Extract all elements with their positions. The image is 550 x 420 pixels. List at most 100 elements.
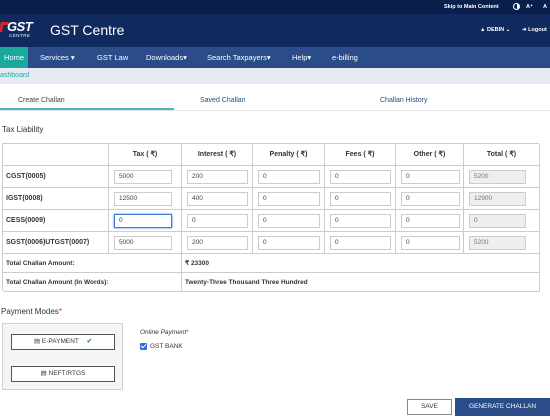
neft-rtgs-label: NEFT/RTGS (48, 370, 86, 377)
nav-item-help[interactable]: Help▾ (292, 47, 311, 68)
header-total: Total ( ₹) (464, 144, 540, 166)
cess-fees-cell: 0 (325, 210, 396, 232)
cess-total-field: 0 (469, 214, 526, 228)
cess-interest-cell: 0 (182, 210, 253, 232)
nav-item-services[interactable]: Services ▾ (40, 47, 75, 68)
igst-other-input[interactable]: 0 (401, 192, 460, 206)
contrast-icon[interactable] (513, 3, 520, 10)
skip-to-main-link[interactable]: Skip to Main Content (444, 4, 499, 10)
header-interest: Interest ( ₹) (182, 144, 253, 166)
cgst-penalty-cell: 0 (253, 166, 325, 188)
breadcrumb-dashboard[interactable]: ashboard (0, 72, 29, 79)
site-header: GST CENTRE GST Centre ▲ DEBIN ⌄ ➜ Logout (0, 14, 550, 47)
logout-link[interactable]: ➜ Logout (522, 27, 547, 33)
payment-modes-title: Payment Modes* (1, 307, 62, 316)
sgst-fees-input[interactable]: 0 (330, 236, 391, 250)
igst-interest-cell: 400 (182, 188, 253, 210)
cgst-total-cell: 5200 (464, 166, 540, 188)
online-payment-title: Online Payment* (140, 329, 189, 336)
sgst-other-input[interactable]: 0 (401, 236, 460, 250)
online-payment-label: Online Payment (140, 329, 187, 336)
nav-item-gst-law[interactable]: GST Law (97, 47, 128, 68)
cgst-total-field: 5200 (469, 170, 526, 184)
header-fees: Fees ( ₹) (325, 144, 396, 166)
selected-check-icon: ✔ (86, 338, 93, 345)
save-button[interactable]: SAVE (407, 399, 452, 415)
total-amount-value: ₹ 23300 (182, 254, 540, 273)
nav-item-home[interactable]: Home (0, 47, 29, 68)
row-label-igst: IGST(0008) (3, 188, 109, 210)
cess-penalty-cell: 0 (253, 210, 325, 232)
sgst-interest-cell: 200 (182, 232, 253, 254)
tab-saved-challan[interactable]: Saved Challan (200, 97, 246, 115)
main-nav: Home Services ▾ GST Law Downloads▾ Searc… (0, 47, 550, 68)
tax-liability-title: Tax Liability (2, 125, 44, 134)
cgst-tax-cell: 5000 (109, 166, 182, 188)
generate-challan-button[interactable]: GENERATE CHALLAN (455, 398, 550, 416)
e-payment-button[interactable]: ▤ E-PAYMENT ✔ (11, 334, 115, 350)
bank-card-icon: ▤ (40, 370, 47, 377)
cgst-other-cell: 0 (396, 166, 464, 188)
online-payment-required-marker: * (186, 329, 189, 336)
cess-penalty-input[interactable]: 0 (258, 214, 320, 228)
igst-total-field: 12900 (469, 192, 526, 206)
sgst-tax-cell: 5000 (109, 232, 182, 254)
igst-other-cell: 0 (396, 188, 464, 210)
sgst-tax-input[interactable]: 5000 (114, 236, 172, 250)
tab-challan-history[interactable]: Challan History (380, 97, 427, 115)
cgst-fees-input[interactable]: 0 (330, 170, 391, 184)
cess-other-input[interactable]: 0 (401, 214, 460, 228)
cgst-other-input[interactable]: 0 (401, 170, 460, 184)
font-normal-button[interactable]: A (543, 4, 547, 10)
gst-bank-checkbox[interactable] (140, 343, 147, 350)
required-marker: * (58, 307, 62, 316)
igst-interest-input[interactable]: 400 (187, 192, 248, 206)
logout-label: Logout (528, 27, 547, 33)
cgst-tax-input[interactable]: 5000 (114, 170, 172, 184)
sgst-other-cell: 0 (396, 232, 464, 254)
breadcrumb: ashboard (0, 68, 550, 84)
sgst-total-cell: 5200 (464, 232, 540, 254)
total-amount-label: Total Challan Amount: (3, 254, 182, 273)
igst-penalty-cell: 0 (253, 188, 325, 210)
user-menu[interactable]: ▲ DEBIN ⌄ (480, 27, 510, 33)
cess-fees-input[interactable]: 0 (330, 214, 391, 228)
tax-liability-table: Tax ( ₹) Interest ( ₹) Penalty ( ₹) Fees… (2, 143, 540, 292)
row-label-cgst: CGST(0005) (3, 166, 109, 188)
neft-rtgs-button[interactable]: ▤ NEFT/RTGS (11, 366, 115, 382)
header-tax: Tax ( ₹) (109, 144, 182, 166)
sgst-interest-input[interactable]: 200 (187, 236, 248, 250)
logout-icon: ➜ (522, 27, 527, 33)
font-increase-button[interactable]: A⁺ (526, 4, 533, 10)
cgst-penalty-input[interactable]: 0 (258, 170, 320, 184)
total-words-value: Twenty-Three Thousand Three Hundred (182, 273, 540, 292)
row-label-sgst: SGST(0006)UTGST(0007) (3, 232, 109, 254)
sgst-total-field: 5200 (469, 236, 526, 250)
cess-interest-input[interactable]: 0 (187, 214, 248, 228)
cgst-interest-cell: 200 (182, 166, 253, 188)
igst-fees-input[interactable]: 0 (330, 192, 391, 206)
gst-logo[interactable]: GST CENTRE (0, 18, 40, 40)
igst-fees-cell: 0 (325, 188, 396, 210)
nav-item-search-taxpayers[interactable]: Search Taxpayers▾ (207, 47, 271, 68)
nav-item-e-billing[interactable]: e-billing (332, 47, 358, 68)
cgst-interest-input[interactable]: 200 (187, 170, 248, 184)
user-menu-label: DEBIN ⌄ (486, 27, 511, 33)
cess-tax-input[interactable]: 0 (114, 214, 172, 228)
sgst-penalty-input[interactable]: 0 (258, 236, 320, 250)
tab-divider (0, 110, 550, 111)
top-utility-bar: Skip to Main Content A⁺ A (0, 0, 550, 14)
card-icon: ▤ (33, 338, 41, 345)
igst-tax-input[interactable]: 12500 (114, 192, 172, 206)
tab-create-challan[interactable]: Create Challan (18, 97, 65, 115)
igst-total-cell: 12900 (464, 188, 540, 210)
payment-modes-label: Payment Modes (1, 307, 59, 316)
nav-item-downloads[interactable]: Downloads▾ (146, 47, 187, 68)
igst-penalty-input[interactable]: 0 (258, 192, 320, 206)
cess-tax-cell: 0 (109, 210, 182, 232)
cgst-fees-cell: 0 (325, 166, 396, 188)
header-other: Other ( ₹) (396, 144, 464, 166)
cess-other-cell: 0 (396, 210, 464, 232)
logo-subtext: CENTRE (9, 33, 31, 38)
gst-bank-label[interactable]: GST BANK (150, 343, 183, 350)
